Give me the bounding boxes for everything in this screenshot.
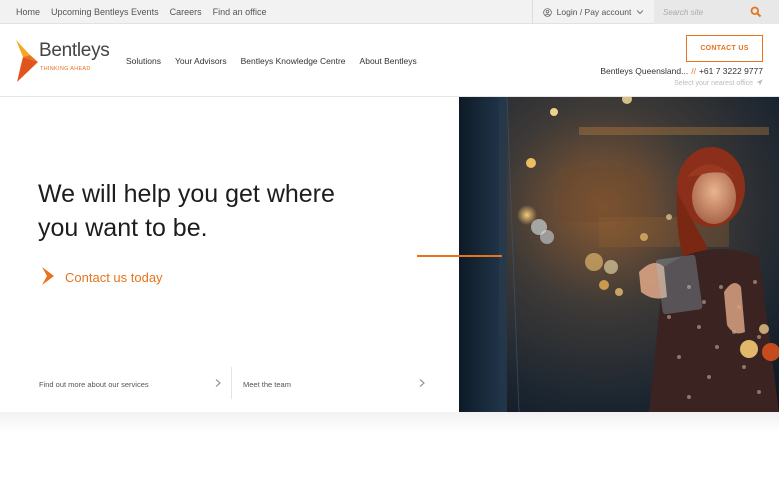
services-link[interactable]: Find out more about our services (39, 367, 221, 401)
hero-bottom-links: Find out more about our services Meet th… (0, 367, 459, 412)
search-box (654, 0, 779, 24)
office-phone[interactable]: +61 7 3222 9777 (699, 66, 763, 76)
hero-headline-line-1: We will help you get where (38, 180, 335, 208)
location-arrow-icon (756, 79, 763, 88)
nav-item-solutions[interactable]: Solutions (126, 56, 161, 66)
logo-mark-icon (16, 40, 38, 82)
chevron-right-icon (215, 379, 221, 389)
utility-bar: Home Upcoming Bentleys Events Careers Fi… (0, 0, 779, 24)
nav-item-knowledge-centre[interactable]: Bentleys Knowledge Centre (241, 56, 346, 66)
arrow-right-icon (42, 267, 54, 288)
cta-label: Contact us today (65, 270, 163, 285)
services-link-label: Find out more about our services (39, 379, 149, 389)
office-name: Bentleys Queensland... (600, 66, 689, 76)
office-separator: // (691, 66, 696, 76)
meet-team-link[interactable]: Meet the team (243, 367, 425, 401)
search-input[interactable] (654, 0, 749, 24)
utility-link-careers[interactable]: Careers (170, 7, 202, 17)
nav-item-advisors[interactable]: Your Advisors (175, 56, 227, 66)
hero-image (459, 97, 779, 412)
hero-headline-line-2: you want to be. (38, 214, 208, 242)
utility-link-events[interactable]: Upcoming Bentleys Events (51, 7, 159, 17)
hero-accent-line (417, 255, 502, 257)
meet-team-link-label: Meet the team (243, 379, 291, 389)
contact-us-button[interactable]: CONTACT US (686, 35, 763, 62)
hero-photo-illustration (459, 97, 779, 412)
hero-content: We will help you get where you want to b… (0, 97, 459, 412)
office-info[interactable]: Bentleys Queensland...//+61 7 3222 9777 (600, 66, 763, 76)
nearest-office-selector[interactable]: Select your nearest office (674, 79, 763, 88)
utility-link-find-office[interactable]: Find an office (213, 7, 267, 17)
login-label: Login / Pay account (556, 7, 632, 17)
nav-item-about[interactable]: About Bentleys (360, 56, 417, 66)
main-nav: Solutions Your Advisors Bentleys Knowled… (126, 24, 417, 97)
nearest-office-label: Select your nearest office (674, 80, 753, 87)
bentleys-logo[interactable]: Bentleys THINKING AHEAD (14, 38, 114, 84)
hero-shadow (0, 412, 779, 432)
chevron-right-icon (419, 379, 425, 389)
logo-wordmark: Bentleys (39, 40, 110, 61)
utility-link-home[interactable]: Home (16, 7, 40, 17)
contact-us-today-link[interactable]: Contact us today (42, 267, 163, 288)
utility-links: Home Upcoming Bentleys Events Careers Fi… (16, 0, 266, 24)
hero-headline: We will help you get where you want to b… (38, 177, 378, 245)
chevron-down-icon (636, 9, 644, 15)
search-icon[interactable] (750, 5, 762, 23)
logo-tagline: THINKING AHEAD (40, 66, 91, 72)
site-header: Bentleys THINKING AHEAD Solutions Your A… (0, 24, 779, 97)
user-circle-icon (542, 7, 552, 17)
login-dropdown[interactable]: Login / Pay account (532, 0, 654, 24)
links-divider (231, 367, 232, 399)
